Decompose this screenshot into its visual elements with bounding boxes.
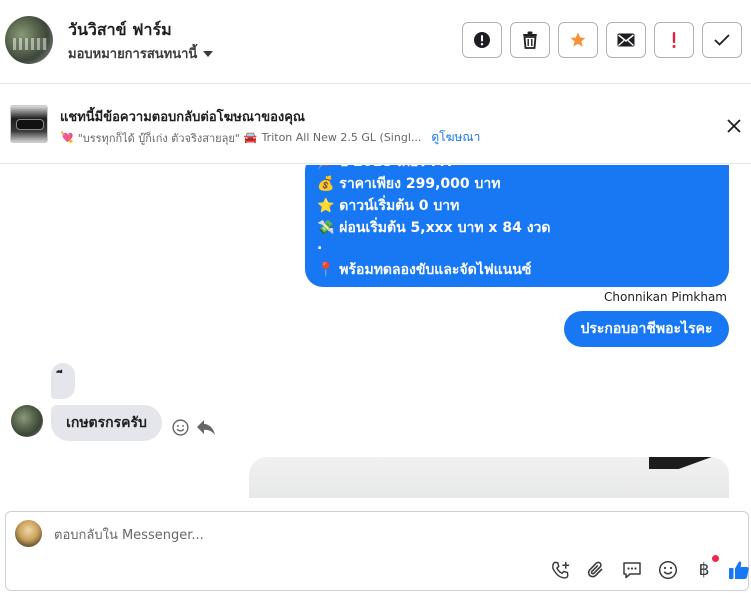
- mark-unread-button[interactable]: [606, 22, 646, 58]
- heart-icon: 💘: [60, 131, 74, 144]
- page-avatar: [15, 520, 42, 547]
- incoming-message[interactable]: ี: [51, 363, 75, 399]
- customer-avatar[interactable]: [11, 405, 43, 437]
- payment-button[interactable]: ฿: [692, 555, 719, 582]
- message-thread[interactable]: 📌 ปี 2018 เกียร์ MT 💰 ราคาเพียง 299,000 …: [0, 165, 751, 498]
- trash-icon: [523, 31, 537, 49]
- contact-name[interactable]: วันวิสาข์ ฟาร์ม: [68, 18, 172, 43]
- reply-arrow-icon[interactable]: [196, 418, 216, 436]
- mark-done-button[interactable]: [702, 22, 742, 58]
- smiley-react-icon[interactable]: [172, 419, 189, 436]
- delete-button[interactable]: [510, 22, 550, 58]
- sender-name: Chonnikan Pimkham: [604, 290, 727, 304]
- caret-down-icon: [203, 50, 214, 57]
- outgoing-image-message[interactable]: [249, 457, 729, 498]
- view-ad-link[interactable]: ดูโฆษณา: [431, 128, 480, 147]
- assign-conversation-dropdown[interactable]: มอบหมายการสนทนานี้: [68, 43, 214, 64]
- ad-text: "บรรทุกก็ได้ บู๊ก็เก่ง ตัวจริงสายลุย": [77, 131, 240, 145]
- saved-replies-button[interactable]: [620, 558, 644, 582]
- close-icon: [727, 119, 741, 133]
- exclamation-icon: [672, 32, 676, 48]
- priority-button[interactable]: [654, 22, 694, 58]
- conversation-header: วันวิสาข์ ฟาร์ม มอบหมายการสนทนานี้: [0, 0, 751, 84]
- notification-dot: [712, 555, 719, 562]
- contact-avatar[interactable]: [5, 16, 53, 64]
- offer-line: 💰 ราคาเพียง 299,000 บาท: [317, 176, 501, 192]
- star-icon: [570, 32, 586, 47]
- ad-banner-subtitle: 💘 "บรรทุกก็ได้ บู๊ก็เก่ง ตัวจริงสายลุย" …: [60, 128, 480, 147]
- emoji-button[interactable]: [656, 558, 680, 582]
- close-banner-button[interactable]: [723, 115, 745, 137]
- outgoing-offer-message[interactable]: 📌 ปี 2018 เกียร์ MT 💰 ราคาเพียง 299,000 …: [305, 165, 729, 287]
- outgoing-message[interactable]: ประกอบอาชีพอะไรคะ: [564, 311, 729, 347]
- ad-product: Triton All New 2.5 GL (Singl...: [261, 131, 422, 144]
- smiley-icon: [658, 560, 678, 580]
- follow-up-button[interactable]: [558, 22, 598, 58]
- baht-icon: ฿: [698, 560, 710, 580]
- offer-line: 📌 ปี 2018 เกียร์ MT: [317, 165, 454, 173]
- offer-line: 📍 พร้อมทดลองขับและจัดไฟแนนซ์: [317, 262, 532, 278]
- thumbs-up-icon: [729, 561, 749, 579]
- car-icon: 🚘: [243, 131, 258, 144]
- like-button[interactable]: [727, 558, 751, 582]
- envelope-icon: [617, 33, 635, 47]
- chat-bubble-icon: [623, 562, 641, 579]
- spam-button[interactable]: [462, 22, 502, 58]
- offer-line: ⭐ ดาวน์เริ่มต้น 0 บาท: [317, 198, 460, 214]
- message-input[interactable]: ตอบกลับใน Messenger...: [54, 524, 204, 545]
- attach-file-button[interactable]: [584, 558, 608, 582]
- ad-thumbnail[interactable]: [10, 105, 48, 143]
- call-button[interactable]: [548, 558, 572, 582]
- ad-banner-title: แชทนี้มีข้อความตอบกลับต่อโฆษณาของคุณ: [60, 110, 305, 125]
- phone-plus-icon: [551, 561, 569, 579]
- check-icon: [714, 34, 730, 46]
- paperclip-icon: [587, 561, 603, 578]
- ad-reply-banner: แชทนี้มีข้อความตอบกลับต่อโฆษณาของคุณ 💘 "…: [0, 85, 751, 164]
- incoming-message[interactable]: เกษตรกรครับ: [51, 405, 162, 441]
- alert-circle-icon: [474, 32, 490, 48]
- reply-composer: ตอบกลับใน Messenger... ฿: [5, 511, 749, 591]
- offer-line: 💸 ผ่อนเริ่มต้น 5,xxx บาท x 84 งวด: [317, 220, 551, 236]
- offer-line: .: [317, 237, 323, 253]
- assign-label: มอบหมายการสนทนานี้: [68, 47, 198, 62]
